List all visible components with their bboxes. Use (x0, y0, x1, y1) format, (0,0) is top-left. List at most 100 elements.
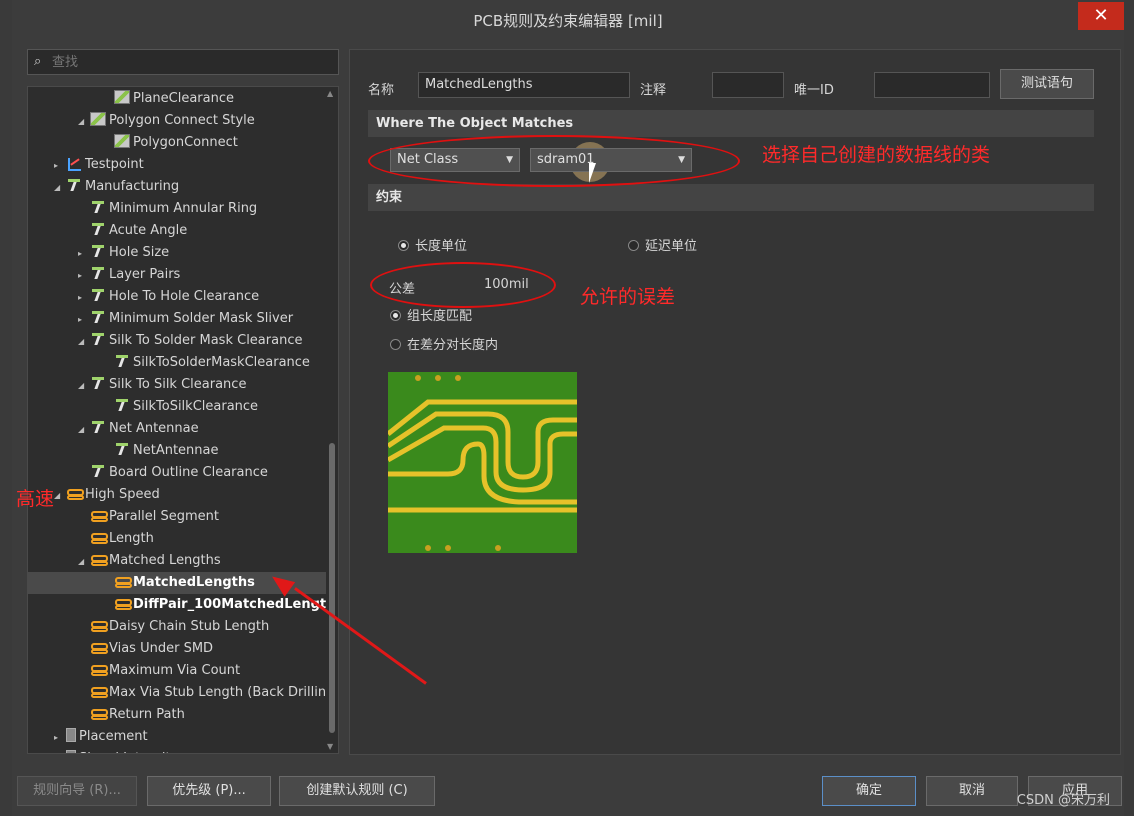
rule-icon (114, 134, 130, 148)
rule-editor-dialog: PCB规则及约束编辑器 [mil] ✕ ⌕ PlaneClearance ◢ Pol… (12, 0, 1124, 816)
manufacturing-icon (114, 398, 130, 412)
expand-toggle-icon[interactable]: ▸ (78, 265, 90, 287)
title-bar: PCB规则及约束编辑器 [mil] ✕ (12, 0, 1124, 38)
tree-item[interactable]: ▸ Signal Integrity (54, 748, 178, 753)
tree-item[interactable]: ◢ High Speed (54, 484, 160, 506)
manufacturing-icon (90, 310, 106, 324)
placement-icon (66, 728, 76, 742)
search-input[interactable] (52, 53, 332, 71)
tree-item[interactable]: PlaneClearance (102, 88, 234, 110)
comment-field[interactable] (712, 72, 784, 98)
test-query-button[interactable]: 测试语句 (1000, 69, 1094, 99)
expand-toggle-icon[interactable]: ▸ (78, 243, 90, 265)
tree-item[interactable]: Maximum Via Count (78, 660, 240, 682)
ok-button[interactable]: 确定 (822, 776, 916, 806)
high-speed-icon (114, 596, 132, 610)
uid-field[interactable] (874, 72, 990, 98)
rule-wizard-button[interactable]: 规则向导 (R)... (17, 776, 137, 806)
unit-length-radio[interactable]: 长度单位 (398, 238, 467, 256)
expand-toggle-icon[interactable]: ◢ (78, 111, 90, 133)
tree-item-label: SilkToSolderMaskClearance (133, 355, 310, 370)
rule-tree[interactable]: PlaneClearance ◢ Polygon Connect Style Poly… (27, 86, 339, 754)
tree-item[interactable]: ▸ Hole To Hole Clearance (78, 286, 259, 308)
expand-toggle-icon[interactable]: ◢ (54, 485, 66, 507)
tree-item-label: Maximum Via Count (109, 663, 241, 678)
tree-item-label: Daisy Chain Stub Length (109, 619, 270, 634)
tree-item[interactable]: Board Outline Clearance (78, 462, 268, 484)
unit-delay-radio[interactable]: 延迟单位 (628, 238, 697, 256)
radio-unchecked-icon (628, 240, 639, 251)
tree-item[interactable]: ▸ Layer Pairs (78, 264, 180, 286)
expand-toggle-icon[interactable]: ▸ (78, 309, 90, 331)
tree-item[interactable]: ◢ Polygon Connect Style (78, 110, 255, 132)
expand-toggle-icon[interactable]: ◢ (78, 375, 90, 397)
tree-item[interactable]: ▸ Minimum Solder Mask Sliver (78, 308, 293, 330)
tree-item[interactable]: ◢ Silk To Silk Clearance (78, 374, 246, 396)
tree-item[interactable]: ▸ Testpoint (54, 154, 144, 176)
background-strip-left (0, 0, 12, 816)
tree-item-label: Hole To Hole Clearance (109, 289, 260, 304)
tree-item[interactable]: ◢ Matched Lengths (78, 550, 221, 572)
tree-item-label: Vias Under SMD (109, 641, 214, 656)
expand-toggle-icon[interactable]: ▸ (54, 749, 66, 753)
tree-item-label: Silk To Solder Mask Clearance (109, 333, 303, 348)
high-speed-icon (66, 486, 84, 500)
tree-item-label: Minimum Solder Mask Sliver (109, 311, 294, 326)
manufacturing-icon (90, 222, 106, 236)
tree-item[interactable]: ▸ Placement (54, 726, 148, 748)
constraints-section-header: 约束 (368, 184, 1094, 211)
tree-item-label: Signal Integrity (79, 751, 178, 753)
expand-toggle-icon[interactable]: ◢ (54, 177, 66, 199)
high-speed-icon (90, 706, 108, 720)
expand-toggle-icon[interactable]: ▸ (54, 727, 66, 749)
tree-item[interactable]: Parallel Segment (78, 506, 219, 528)
tree-item[interactable]: ◢ Silk To Solder Mask Clearance (78, 330, 302, 352)
tree-item[interactable]: Return Path (78, 704, 185, 726)
tree-item-label: PolygonConnect (133, 135, 238, 150)
tree-item[interactable]: MatchedLengths (102, 572, 255, 594)
tree-item-label: Manufacturing (85, 179, 180, 194)
scroll-up-icon[interactable]: ▲ (327, 89, 333, 98)
testpoint-icon (66, 156, 82, 171)
tree-item[interactable]: Acute Angle (78, 220, 187, 242)
diffpair-match-radio[interactable]: 在差分对长度内 (390, 337, 498, 355)
create-default-rules-button[interactable]: 创建默认规则 (C) (279, 776, 435, 806)
tree-item[interactable]: DiffPair_100MatchedLength (102, 594, 335, 616)
tree-item[interactable]: Daisy Chain Stub Length (78, 616, 269, 638)
expand-toggle-icon[interactable]: ◢ (78, 551, 90, 573)
tree-item-label: SilkToSilkClearance (133, 399, 259, 414)
annotation-high-speed: 高速 (16, 488, 55, 510)
search-box[interactable]: ⌕ (27, 49, 339, 75)
name-field[interactable]: MatchedLengths (418, 72, 630, 98)
expand-toggle-icon[interactable]: ◢ (78, 331, 90, 353)
scroll-down-icon[interactable]: ▼ (327, 742, 333, 751)
tree-item[interactable]: Minimum Annular Ring (78, 198, 257, 220)
tree-item-label: PlaneClearance (133, 91, 235, 106)
tree-item[interactable]: Max Via Stub Length (Back Drilling) (78, 682, 338, 704)
expand-toggle-icon[interactable]: ▸ (54, 155, 66, 177)
high-speed-icon (90, 684, 108, 698)
comment-label: 注释 (640, 83, 667, 98)
tree-scrollbar[interactable]: ▲ ▼ (326, 87, 338, 753)
expand-toggle-icon[interactable]: ▸ (78, 287, 90, 309)
tree-item[interactable]: ▸ Hole Size (78, 242, 169, 264)
tree-item[interactable]: ◢ Manufacturing (54, 176, 179, 198)
cancel-button[interactable]: 取消 (926, 776, 1018, 806)
group-match-radio[interactable]: 组长度匹配 (390, 308, 472, 326)
radio-unchecked-icon (390, 339, 401, 350)
background-strip-right (1124, 0, 1134, 816)
radio-checked-icon (398, 240, 409, 251)
tree-item[interactable]: ◢ Net Antennae (78, 418, 199, 440)
expand-toggle-icon[interactable]: ◢ (78, 419, 90, 441)
close-button[interactable]: ✕ (1078, 2, 1124, 30)
tree-item-label: Minimum Annular Ring (109, 201, 258, 216)
tree-item[interactable]: PolygonConnect (102, 132, 238, 154)
tree-item[interactable]: Vias Under SMD (78, 638, 213, 660)
tree-item[interactable]: SilkToSilkClearance (102, 396, 258, 418)
scroll-thumb[interactable] (329, 443, 335, 733)
tree-item[interactable]: Length (78, 528, 154, 550)
tree-item[interactable]: SilkToSolderMaskClearance (102, 352, 310, 374)
tree-item-label: Acute Angle (109, 223, 188, 238)
priority-button[interactable]: 优先级 (P)... (147, 776, 271, 806)
tree-item[interactable]: NetAntennae (102, 440, 219, 462)
